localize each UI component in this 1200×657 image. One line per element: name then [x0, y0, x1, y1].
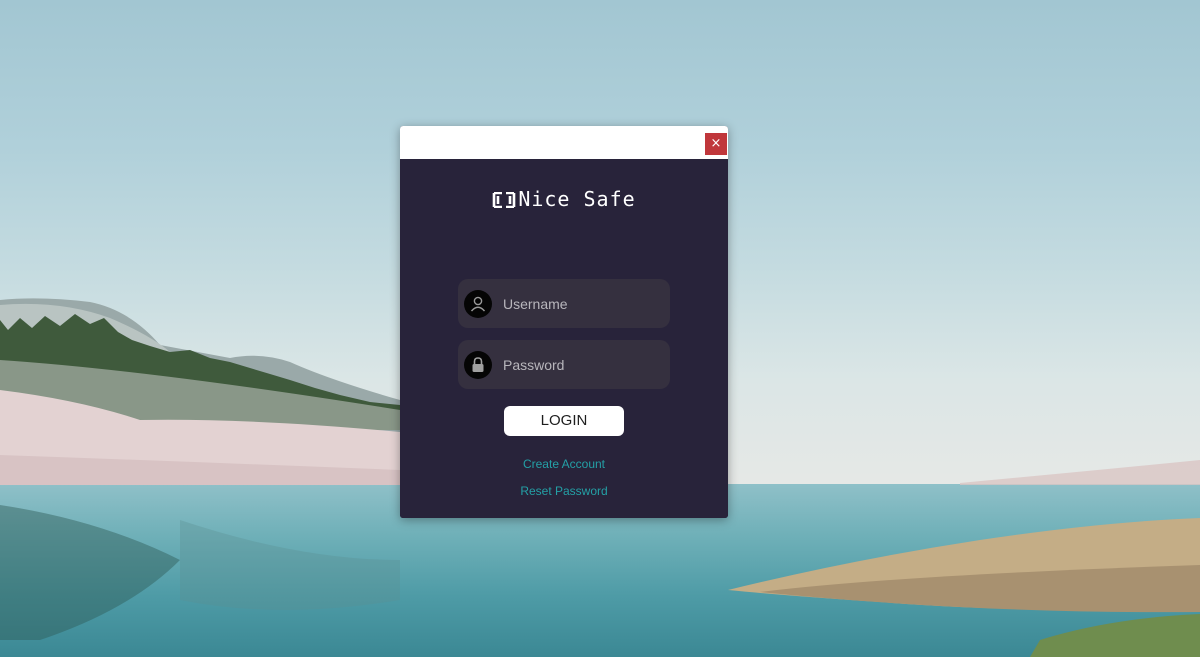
- lock-icon: [464, 351, 492, 379]
- title-bar[interactable]: ×: [400, 126, 728, 160]
- close-button[interactable]: ×: [705, 133, 727, 155]
- create-account-link[interactable]: Create Account: [400, 457, 728, 471]
- username-input[interactable]: [503, 279, 663, 328]
- app-title-text: Nice Safe: [518, 187, 636, 211]
- password-input[interactable]: [503, 340, 663, 389]
- login-dialog: × Nice Safe Username LOGIN Create Accoun…: [400, 126, 728, 518]
- user-icon: [464, 290, 492, 318]
- app-title: Nice Safe: [400, 187, 728, 213]
- bracket-logo-icon: [492, 189, 516, 213]
- password-field: [458, 340, 670, 389]
- login-button[interactable]: LOGIN: [504, 406, 624, 436]
- username-field: [458, 279, 670, 328]
- reset-password-link[interactable]: Reset Password: [400, 484, 728, 498]
- dialog-body: Nice Safe LOGIN Create Account Reset: [400, 159, 728, 518]
